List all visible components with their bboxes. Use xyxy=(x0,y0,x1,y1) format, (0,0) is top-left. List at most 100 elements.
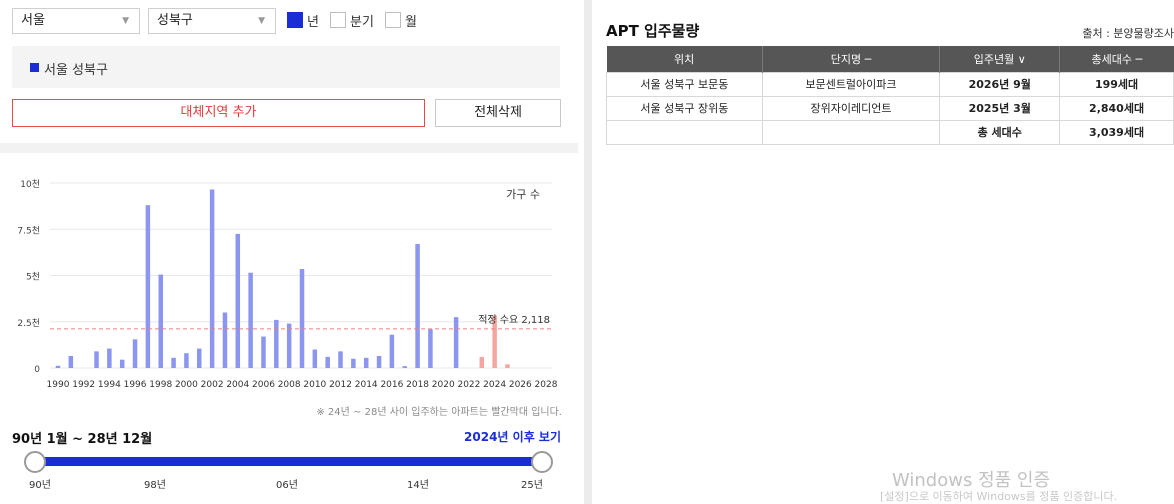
period-quarter-label: 분기 xyxy=(350,15,374,30)
city-select-value: 서울 xyxy=(21,13,45,28)
bar xyxy=(145,205,151,368)
bar xyxy=(274,319,279,368)
slider-tick: 90년 xyxy=(29,480,51,491)
district-select[interactable]: 성북구 ▼ xyxy=(148,8,276,34)
cell-empty xyxy=(761,119,941,145)
apt-source: 출처 : 분양물량조사 xyxy=(1082,27,1174,40)
bar xyxy=(325,356,330,368)
x-tick-label: 2004 xyxy=(226,380,249,390)
bar xyxy=(171,357,176,368)
x-tick-label: 2008 xyxy=(278,380,301,390)
table-total-row: 총 세대수 3,039세대 xyxy=(606,119,1174,145)
x-tick-label: 2018 xyxy=(406,380,429,390)
range-slider-start-handle[interactable] xyxy=(24,451,46,473)
x-tick-label: 2016 xyxy=(380,380,403,390)
slider-tick: 98년 xyxy=(144,480,166,491)
chart-note: ※ 24년 ~ 28년 사이 입주하는 아파트는 빨간막대 입니다. xyxy=(316,407,562,418)
cell-empty xyxy=(606,119,763,145)
bar xyxy=(209,189,215,368)
total-label: 총 세대수 xyxy=(939,119,1061,145)
table-header-row: 위치 단지명 ─ 입주년월 ∨ 총세대수 ─ xyxy=(606,46,1174,72)
bar xyxy=(286,323,292,368)
bar xyxy=(363,357,369,368)
x-tick-label: 2020 xyxy=(432,380,455,390)
total-value: 3,039세대 xyxy=(1059,119,1174,145)
y-tick-label: 5천 xyxy=(26,272,40,283)
bar xyxy=(248,272,253,368)
delete-all-button[interactable]: 전체삭제 xyxy=(435,99,561,127)
bar xyxy=(158,274,163,368)
bar xyxy=(119,359,125,368)
windows-activation-subtext: [설정]으로 이동하여 Windows를 정품 인증합니다. xyxy=(880,490,1118,503)
city-select[interactable]: 서울 ▼ xyxy=(12,8,140,34)
right-panel: APT 입주물량 출처 : 분양물량조사 위치 단지명 ─ 입주년월 ∨ 총세대… xyxy=(592,0,1174,504)
bar xyxy=(107,348,112,368)
col-units-header[interactable]: 총세대수 ─ xyxy=(1059,46,1174,72)
slider-tick: 14년 xyxy=(407,480,429,491)
range-slider-track[interactable] xyxy=(36,457,542,466)
bar xyxy=(338,351,343,368)
cell-complex: 보문센트럴아이파크 xyxy=(761,71,941,97)
x-tick-label: 2014 xyxy=(355,380,378,390)
bar xyxy=(94,351,99,368)
x-tick-label: 2006 xyxy=(252,380,275,390)
cell-complex: 장위자이레디언트 xyxy=(761,95,941,121)
col-location-header[interactable]: 위치 xyxy=(606,46,763,72)
slider-tick: 25년 xyxy=(521,480,543,491)
cell-date: 2026년 9월 xyxy=(939,71,1061,97)
x-tick-label: 2022 xyxy=(457,380,480,390)
slider-tick: 06년 xyxy=(276,480,298,491)
range-title: 90년 1월 ~ 28년 12월 xyxy=(12,432,153,447)
bar xyxy=(389,334,395,368)
add-region-button[interactable]: 대체지역 추가 xyxy=(12,99,425,127)
x-tick-label: 2002 xyxy=(201,380,224,390)
y-tick-label: 10천 xyxy=(20,179,40,190)
x-tick-label: 2024 xyxy=(483,380,506,390)
x-tick-label: 2010 xyxy=(303,380,326,390)
bar xyxy=(68,355,74,368)
chevron-down-icon: ▼ xyxy=(122,16,129,26)
col-date-header[interactable]: 입주년월 ∨ xyxy=(939,46,1061,72)
left-panel: 서울 ▼ 성북구 ▼ 년 분기 월 서울 성북구 대체지역 추가 전체삭제 0 2… xyxy=(0,0,578,504)
app-root: 서울 ▼ 성북구 ▼ 년 분기 월 서울 성북구 대체지역 추가 전체삭제 0 2… xyxy=(0,0,1174,504)
bar xyxy=(55,365,61,368)
bar xyxy=(376,355,382,368)
bar xyxy=(402,366,407,368)
period-month-checkbox[interactable] xyxy=(385,12,401,28)
bar xyxy=(132,339,138,368)
panel-separator xyxy=(584,0,592,504)
table-row[interactable]: 서울 성북구 장위동 장위자이레디언트 2025년 3월 2,840세대 xyxy=(606,95,1174,121)
cell-units: 199세대 xyxy=(1059,71,1174,97)
x-tick-label: 2026 xyxy=(509,380,532,390)
bar xyxy=(184,353,189,368)
bar xyxy=(453,317,459,368)
range-slider-end-handle[interactable] xyxy=(531,451,553,473)
x-tick-label: 1994 xyxy=(98,380,121,390)
supply-bar-chart: 02.5천5천7.5천10천적정 수요 2,118가구 수1990 1992 199… xyxy=(17,179,557,390)
bar xyxy=(197,348,202,368)
bar xyxy=(351,358,356,368)
bar xyxy=(428,329,433,368)
after-2024-link[interactable]: 2024년 이후 보기 xyxy=(340,428,561,445)
section-divider xyxy=(0,143,578,153)
x-tick-label: 2000 xyxy=(175,380,198,390)
x-tick-label: 1996 xyxy=(124,380,147,390)
selected-area-box: 서울 성북구 xyxy=(12,46,560,88)
area-color-swatch xyxy=(30,63,39,72)
period-year-label: 년 xyxy=(307,15,319,30)
col-complex-header[interactable]: 단지명 ─ xyxy=(762,46,941,72)
bar xyxy=(261,336,266,368)
period-year-checkbox[interactable] xyxy=(287,12,303,28)
reference-line-label: 적정 수요 2,118 xyxy=(478,314,550,326)
table-row[interactable]: 서울 성북구 보문동 보문센트럴아이파크 2026년 9월 199세대 xyxy=(606,71,1174,97)
bar xyxy=(415,244,420,368)
apt-supply-title: APT 입주물량 xyxy=(606,22,700,40)
cell-location: 서울 성북구 장위동 xyxy=(606,95,763,121)
period-quarter-checkbox[interactable] xyxy=(330,12,346,28)
future-bar xyxy=(505,364,510,368)
bar xyxy=(312,349,318,368)
cell-units: 2,840세대 xyxy=(1059,95,1174,121)
bar xyxy=(235,233,241,368)
period-month-label: 월 xyxy=(405,15,417,30)
selected-area-label: 서울 성북구 xyxy=(44,63,108,78)
